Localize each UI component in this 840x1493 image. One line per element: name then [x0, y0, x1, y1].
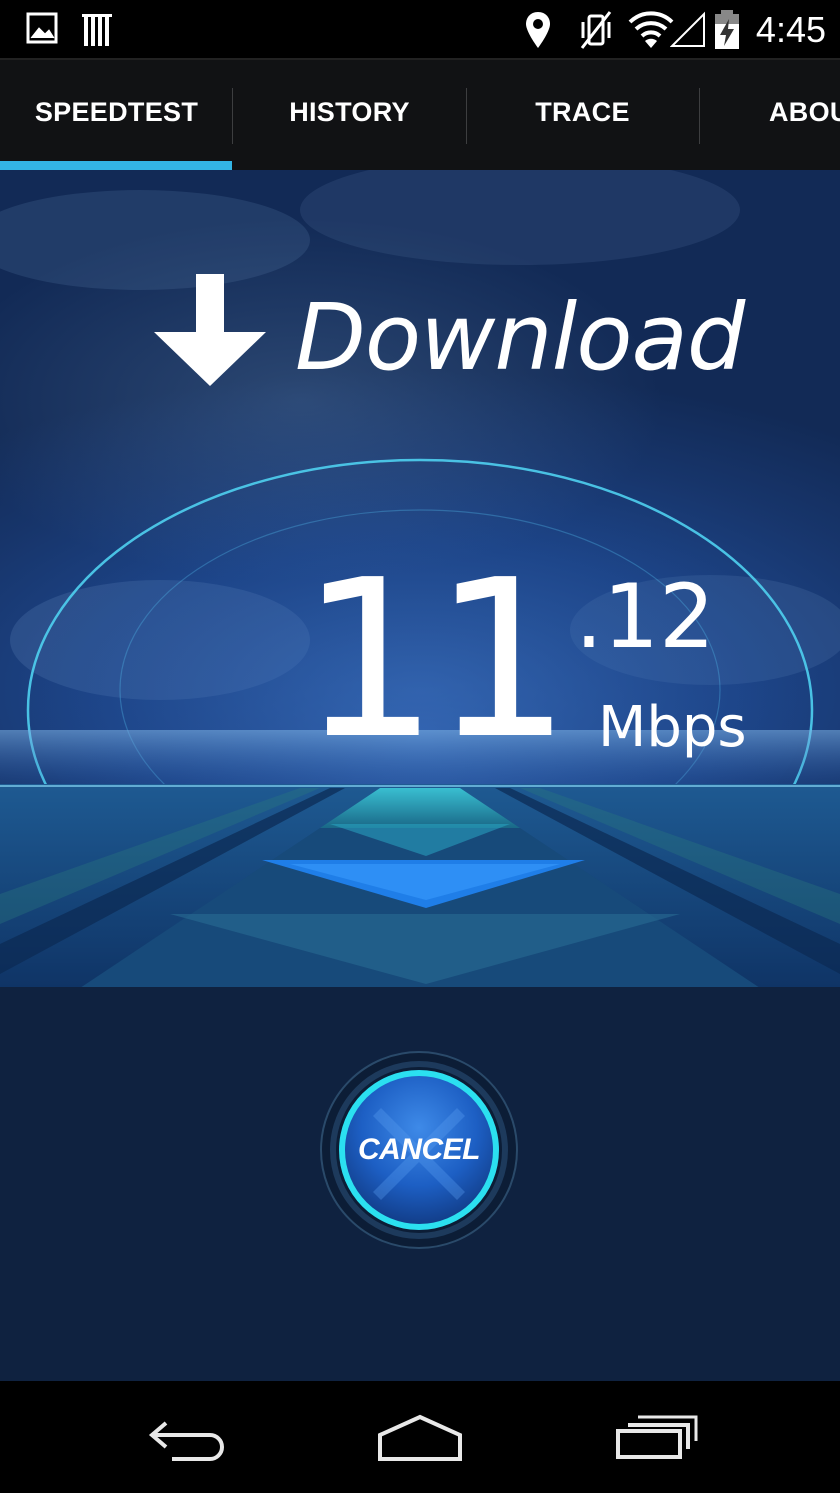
navigation-bar [0, 1381, 840, 1493]
status-bar: 4:45 [0, 0, 840, 58]
speed-integer: 11 [300, 534, 571, 787]
location-icon [524, 10, 552, 50]
home-icon[interactable] [376, 1411, 464, 1463]
controls-area: CANCEL [0, 988, 840, 1381]
speed-decimal: .12 [575, 565, 715, 668]
tab-speedtest[interactable]: SPEEDTEST [0, 60, 233, 172]
cancel-button-label: CANCEL [358, 1133, 481, 1166]
tab-about[interactable]: ABOU [699, 60, 840, 172]
runway-graphic [0, 784, 840, 988]
back-icon[interactable] [146, 1411, 230, 1463]
recent-apps-icon[interactable] [612, 1411, 698, 1463]
tab-history[interactable]: HISTORY [233, 60, 466, 172]
barcode-notification-icon [82, 10, 114, 50]
download-arrow-icon [154, 274, 266, 386]
tab-bar: SPEEDTEST HISTORY TRACE ABOU [0, 58, 840, 172]
signal-icon [670, 10, 706, 50]
cancel-button[interactable]: CANCEL [319, 1050, 519, 1250]
wifi-icon [628, 10, 674, 50]
test-phase-label: Download [295, 284, 745, 391]
speed-gauge-panel: Download 11 .12 Mbps [0, 170, 840, 988]
image-notification-icon [26, 10, 58, 50]
speedtest-screen: 4:45 SPEEDTEST HISTORY TRACE ABOU Downlo… [0, 0, 840, 1493]
speed-unit: Mbps [598, 695, 747, 760]
battery-charging-icon [712, 10, 742, 50]
vibrate-off-icon [578, 10, 614, 50]
tab-trace[interactable]: TRACE [466, 60, 699, 172]
clock: 4:45 [755, 9, 826, 50]
